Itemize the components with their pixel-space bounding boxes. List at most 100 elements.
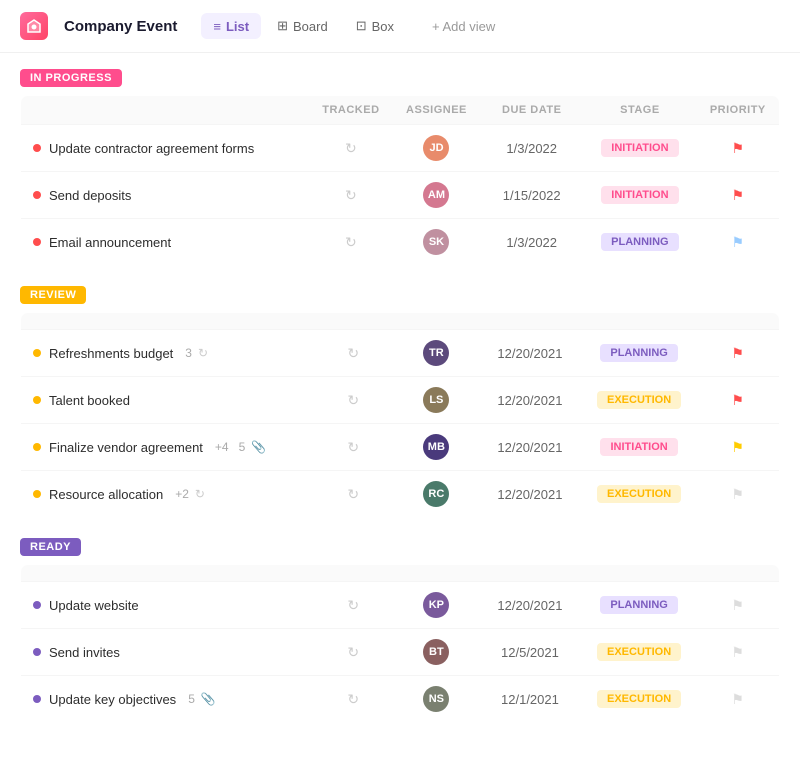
attachment-icon: 📎 <box>251 440 266 454</box>
tracked-cell: ↻ <box>309 172 393 219</box>
refresh-icon[interactable]: ↻ <box>198 346 208 360</box>
tracked-icon[interactable]: ↻ <box>324 486 383 503</box>
due-date: 12/20/2021 <box>490 346 570 361</box>
col-header-task <box>21 96 310 125</box>
tab-board[interactable]: ⊞ Board <box>265 13 340 39</box>
tab-box[interactable]: ⊡ Box <box>344 13 406 39</box>
task-name: Email announcement <box>49 235 171 250</box>
task-dot <box>33 648 41 656</box>
task-name: Finalize vendor agreement <box>49 440 203 455</box>
due-date-cell: 12/20/2021 <box>478 471 582 518</box>
view-tabs: ≡ List ⊞ Board ⊡ Box <box>201 13 406 39</box>
tracked-icon[interactable]: ↻ <box>321 140 381 157</box>
stage-badge: PLANNING <box>600 344 677 362</box>
assignee-cell: NS <box>395 676 478 723</box>
due-date: 1/3/2022 <box>492 235 571 250</box>
tracked-icon[interactable]: ↻ <box>324 597 383 614</box>
stage-badge: EXECUTION <box>597 391 681 409</box>
task-dot <box>33 349 41 357</box>
table-row: Resource allocation +2 ↻ ↻ RC <box>21 471 780 518</box>
stage-cell: INITIATION <box>583 125 696 172</box>
table-row: Update website ↻ KP 12/20/2021 PLANNING <box>21 582 780 629</box>
meta-count: 3 <box>185 346 192 360</box>
tab-list[interactable]: ≡ List <box>201 13 261 39</box>
due-date-cell: 1/3/2022 <box>480 125 583 172</box>
meta-count2: 5 <box>239 440 246 454</box>
tracked-cell: ↻ <box>312 377 395 424</box>
table-row: Update contractor agreement forms ↻ JD 1… <box>21 125 780 172</box>
priority-cell: ⚑ <box>696 471 779 518</box>
priority-cell: ⚑ <box>696 330 779 377</box>
col-header-stage <box>582 565 696 582</box>
table-row: Send invites ↻ BT 12/5/2021 EXECUTION <box>21 629 780 676</box>
tracked-icon[interactable]: ↻ <box>324 439 383 456</box>
priority-cell: ⚑ <box>696 582 779 629</box>
tracked-cell: ↻ <box>312 330 395 377</box>
col-header-due: DUE DATE <box>480 96 583 125</box>
stage-cell: INITIATION <box>583 172 696 219</box>
refresh-icon[interactable]: ↻ <box>195 487 205 501</box>
col-header-due <box>478 565 582 582</box>
tracked-cell: ↻ <box>309 219 393 266</box>
priority-cell: ⚑ <box>697 125 780 172</box>
priority-flag: ⚑ <box>708 345 767 362</box>
task-dot <box>33 601 41 609</box>
col-header-priority: PRIORITY <box>697 96 780 125</box>
stage-cell: INITIATION <box>582 424 696 471</box>
due-date: 1/3/2022 <box>492 141 571 156</box>
priority-flag: ⚑ <box>708 486 767 503</box>
stage-badge: EXECUTION <box>597 643 681 661</box>
priority-flag: ⚑ <box>709 234 767 251</box>
attachment-icon: 📎 <box>201 692 216 706</box>
priority-cell: ⚑ <box>696 377 779 424</box>
col-header-assignee: ASSIGNEE <box>393 96 480 125</box>
tracked-cell: ↻ <box>312 676 395 723</box>
tracked-icon[interactable]: ↻ <box>324 644 383 661</box>
assignee-cell: RC <box>395 471 478 518</box>
task-dot <box>33 490 41 498</box>
col-header-stage <box>582 313 696 330</box>
task-name-cell: Update contractor agreement forms <box>21 125 310 172</box>
tracked-icon[interactable]: ↻ <box>324 392 383 409</box>
app-title: Company Event <box>64 18 177 35</box>
table-row: Refreshments budget 3 ↻ ↻ TR <box>21 330 780 377</box>
due-date-cell: 12/20/2021 <box>478 330 582 377</box>
due-date-cell: 12/20/2021 <box>478 582 582 629</box>
task-dot <box>33 443 41 451</box>
col-header-tracked <box>312 565 395 582</box>
tracked-icon[interactable]: ↻ <box>324 691 383 708</box>
stage-badge: EXECUTION <box>597 690 681 708</box>
stage-badge: INITIATION <box>601 139 678 157</box>
priority-cell: ⚑ <box>696 676 779 723</box>
task-name: Update website <box>49 598 139 613</box>
tracked-cell: ↻ <box>312 424 395 471</box>
tracked-icon[interactable]: ↻ <box>324 345 383 362</box>
stage-badge: PLANNING <box>600 596 677 614</box>
col-header-priority <box>696 565 779 582</box>
task-name-cell: Update key objectives 5 📎 <box>21 676 312 723</box>
task-name: Resource allocation <box>49 487 163 502</box>
task-name: Talent booked <box>49 393 130 408</box>
priority-cell: ⚑ <box>696 629 779 676</box>
tracked-icon[interactable]: ↻ <box>321 187 381 204</box>
due-date-cell: 1/3/2022 <box>480 219 583 266</box>
task-name-cell: Talent booked <box>21 377 312 424</box>
app-logo <box>20 12 48 40</box>
stage-cell: PLANNING <box>582 330 696 377</box>
section-review: REVIEW Refreshments bud <box>20 286 780 518</box>
task-dot <box>33 238 41 246</box>
due-date-cell: 1/15/2022 <box>480 172 583 219</box>
due-date: 12/20/2021 <box>490 393 570 408</box>
priority-cell: ⚑ <box>697 219 780 266</box>
due-date: 12/1/2021 <box>490 692 570 707</box>
list-icon: ≡ <box>213 19 221 34</box>
table-header-row <box>21 313 780 330</box>
task-meta: 5 📎 <box>188 692 216 706</box>
box-icon: ⊡ <box>356 18 367 34</box>
add-view-button[interactable]: + Add view <box>422 14 505 39</box>
table-row: Update key objectives 5 📎 ↻ NS <box>21 676 780 723</box>
tracked-icon[interactable]: ↻ <box>321 234 381 251</box>
review-badge: REVIEW <box>20 286 86 304</box>
ready-table: Update website ↻ KP 12/20/2021 PLANNING <box>20 564 780 723</box>
stage-cell: EXECUTION <box>582 676 696 723</box>
